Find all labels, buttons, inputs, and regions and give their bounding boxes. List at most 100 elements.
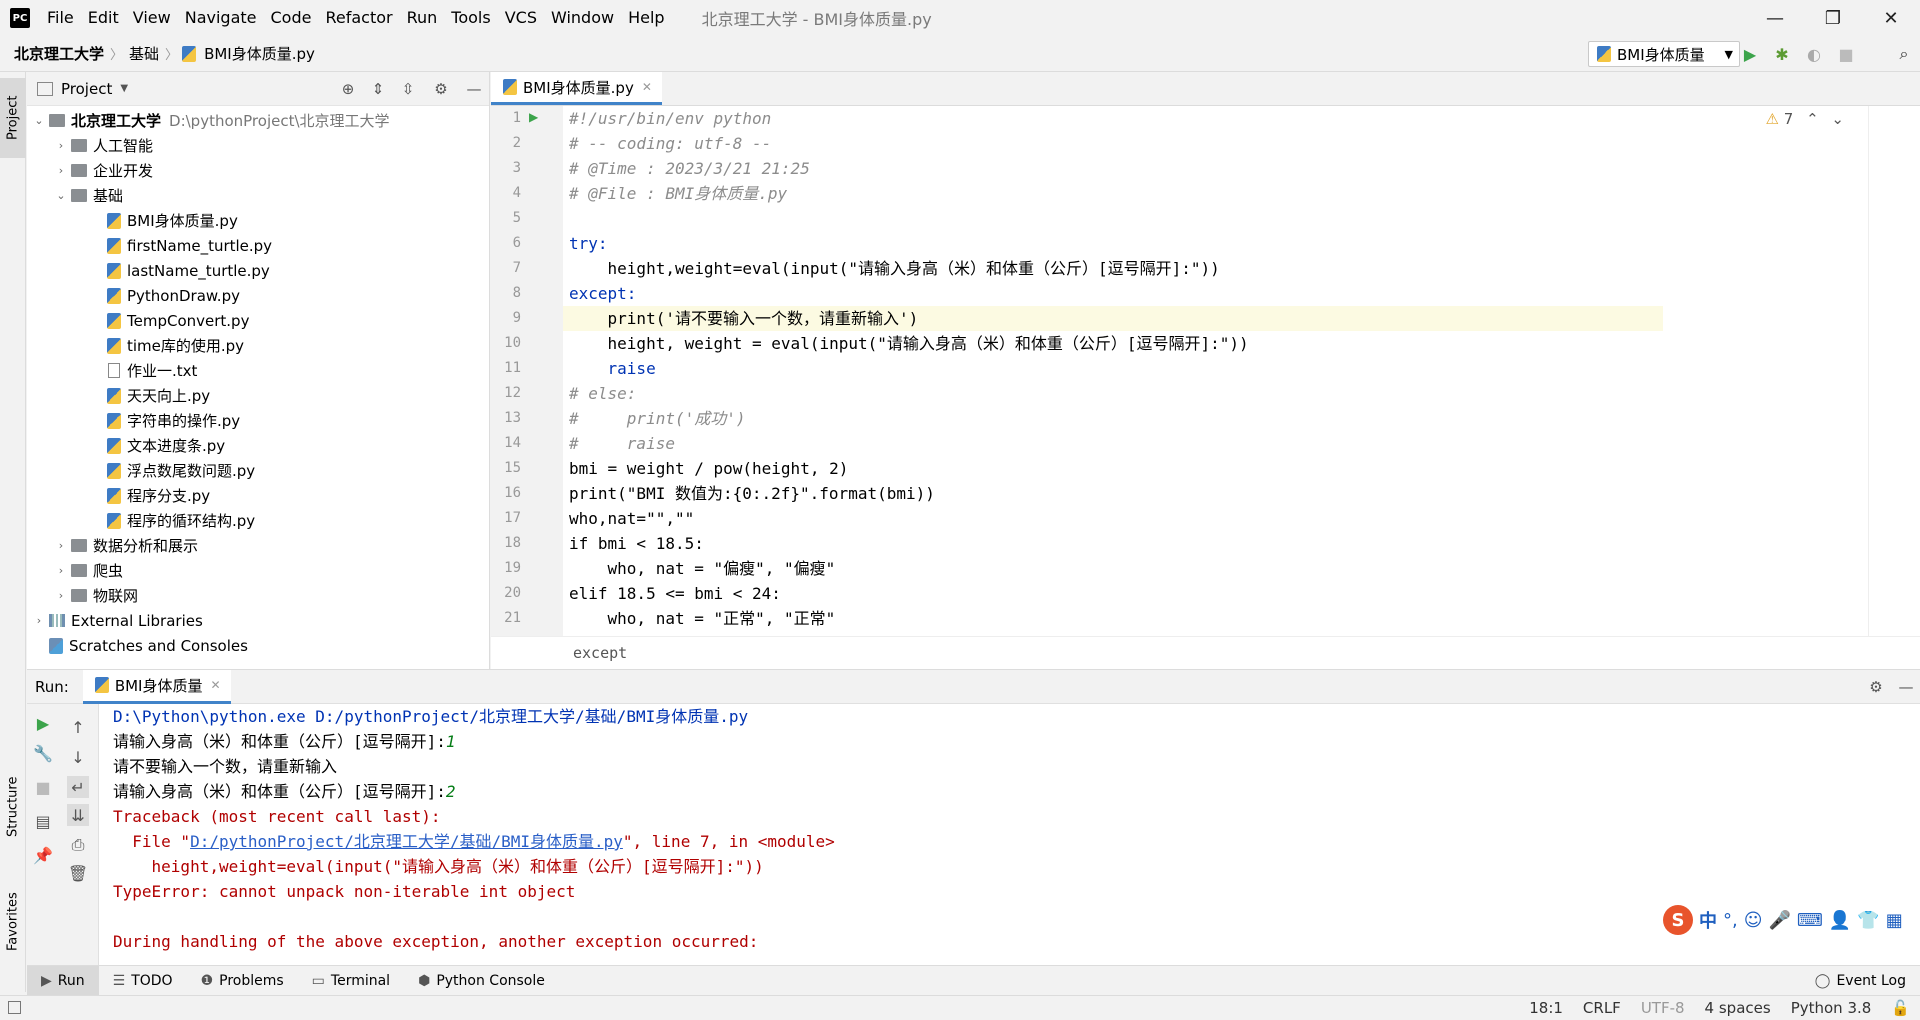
menu-vcs[interactable]: VCS <box>498 0 544 36</box>
lock-icon[interactable]: 🔓 <box>1881 999 1920 1017</box>
pin-icon[interactable]: 📌 <box>32 844 54 866</box>
breadcrumb-file[interactable]: BMI身体质量.py <box>200 43 319 64</box>
chevron-down-icon[interactable]: ⌄ <box>53 189 69 202</box>
close-button[interactable]: ✕ <box>1862 0 1920 36</box>
todo-tool-tab[interactable]: ☰ TODO <box>99 966 187 996</box>
menu-code[interactable]: Code <box>264 0 319 36</box>
breadcrumb-project[interactable]: 北京理工大学 <box>10 43 108 64</box>
code-area[interactable]: #!/usr/bin/env python # -- coding: utf-8… <box>563 106 1868 636</box>
structure-tool-tab[interactable]: Structure <box>0 762 26 852</box>
tree-folder[interactable]: › 人工智能 <box>27 133 489 158</box>
tree-file[interactable]: 浮点数尾数问题.py <box>27 458 489 483</box>
tree-file[interactable]: firstName_turtle.py <box>27 233 489 258</box>
tree-root[interactable]: ⌄ 北京理工大学 D:\pythonProject\北京理工大学 <box>27 108 489 133</box>
locate-icon[interactable]: ⊕ <box>333 80 363 98</box>
menu-window[interactable]: Window <box>544 0 621 36</box>
tree-folder[interactable]: › 爬虫 <box>27 558 489 583</box>
editor-tab-bmi[interactable]: BMI身体质量.py ✕ <box>491 72 662 105</box>
debug-icon[interactable]: ✱ <box>1772 44 1792 64</box>
ime-language[interactable]: 中 <box>1699 907 1717 933</box>
event-log-tool-tab[interactable]: ◯ Event Log <box>1801 966 1920 996</box>
edit-config-icon[interactable]: 🔧 <box>32 742 54 764</box>
console-output[interactable]: D:\Python\python.exe D:/pythonProject/北京… <box>113 704 1920 966</box>
chevron-right-icon[interactable]: › <box>53 139 69 152</box>
gear-icon[interactable]: ⚙ <box>1860 678 1892 696</box>
run-icon[interactable]: ▶ <box>1740 44 1760 64</box>
menu-tools[interactable]: Tools <box>444 0 497 36</box>
tree-folder[interactable]: › 企业开发 <box>27 158 489 183</box>
menu-refactor[interactable]: Refactor <box>318 0 399 36</box>
favorites-tool-tab[interactable]: Favorites <box>0 872 26 972</box>
python-interpreter[interactable]: Python 3.8 <box>1781 999 1882 1017</box>
restore-button[interactable]: ❐ <box>1804 0 1862 36</box>
run-tab[interactable]: BMI身体质量 ✕ <box>82 669 231 704</box>
toggle-tool-windows-icon[interactable] <box>8 1001 21 1014</box>
rerun-icon[interactable]: ▶ <box>32 712 54 734</box>
chevron-down-icon[interactable]: ⌄ <box>1831 110 1844 128</box>
tree-external-libraries[interactable]: › External Libraries <box>27 608 489 633</box>
indent-setting[interactable]: 4 spaces <box>1695 999 1781 1017</box>
chevron-right-icon[interactable]: › <box>53 564 69 577</box>
chevron-right-icon[interactable]: › <box>53 164 69 177</box>
editor-breadcrumb[interactable]: except <box>491 636 1920 669</box>
tree-folder-open[interactable]: ⌄ 基础 <box>27 183 489 208</box>
minimize-button[interactable]: — <box>1746 0 1804 36</box>
chevron-right-icon[interactable]: › <box>53 539 69 552</box>
close-icon[interactable]: ✕ <box>211 678 221 692</box>
search-icon[interactable]: ⌕ <box>1894 44 1914 64</box>
terminal-tool-tab[interactable]: ▭ Terminal <box>298 966 404 996</box>
chevron-down-icon[interactable]: ⌄ <box>31 114 47 127</box>
hide-panel-icon[interactable]: — <box>1892 678 1920 696</box>
file-encoding[interactable]: UTF-8 <box>1631 999 1695 1017</box>
tree-file[interactable]: 文本进度条.py <box>27 433 489 458</box>
chevron-down-icon[interactable]: ▼ <box>120 83 128 94</box>
menu-run[interactable]: Run <box>400 0 445 36</box>
arrow-down-icon[interactable]: ↓ <box>67 746 89 768</box>
tree-file[interactable]: PythonDraw.py <box>27 283 489 308</box>
tree-file[interactable]: 字符串的操作.py <box>27 408 489 433</box>
coverage-icon[interactable]: ◐ <box>1804 44 1824 64</box>
ime-punctuation[interactable]: °, <box>1723 910 1738 931</box>
menu-file[interactable]: File <box>40 0 81 36</box>
skin-icon[interactable]: 👕 <box>1857 910 1879 931</box>
expand-all-icon[interactable]: ⇕ <box>363 80 393 98</box>
trash-icon[interactable]: 🗑 <box>67 862 89 884</box>
menu-help[interactable]: Help <box>621 0 671 36</box>
tree-file[interactable]: 程序的循环结构.py <box>27 508 489 533</box>
tree-folder[interactable]: › 数据分析和展示 <box>27 533 489 558</box>
breadcrumb-folder[interactable]: 基础 <box>125 43 163 64</box>
menu-navigate[interactable]: Navigate <box>178 0 264 36</box>
tree-file[interactable]: time库的使用.py <box>27 333 489 358</box>
run-tool-tab[interactable]: ▶ Run <box>27 965 99 996</box>
traceback-file-link[interactable]: D:/pythonProject/北京理工大学/基础/BMI身体质量.py <box>190 832 623 851</box>
run-gutter-icon[interactable]: ▶ <box>529 110 538 124</box>
chevron-right-icon[interactable]: › <box>53 589 69 602</box>
chevron-up-icon[interactable]: ⌃ <box>1806 110 1819 128</box>
stop-icon[interactable]: ■ <box>1836 44 1856 64</box>
collapse-all-icon[interactable]: ⇳ <box>393 80 423 98</box>
print-icon[interactable]: ⎙ <box>67 834 89 856</box>
warning-indicator[interactable]: ⚠ 7 ⌃ ⌄ <box>1766 110 1845 128</box>
tree-file[interactable]: 天天向上.py <box>27 383 489 408</box>
emoji-icon[interactable]: ☺ <box>1744 910 1763 931</box>
problems-tool-tab[interactable]: ❶ Problems <box>187 966 298 996</box>
caret-position[interactable]: 18:1 <box>1519 999 1573 1017</box>
tree-file[interactable]: lastName_turtle.py <box>27 258 489 283</box>
line-separator[interactable]: CRLF <box>1573 999 1631 1017</box>
menu-view[interactable]: View <box>126 0 178 36</box>
python-console-tool-tab[interactable]: ⬢ Python Console <box>404 966 559 996</box>
layout-icon[interactable]: ▤ <box>32 810 54 832</box>
soft-wrap-icon[interactable]: ↵ <box>67 776 89 798</box>
scroll-to-end-icon[interactable]: ⇊ <box>67 804 89 826</box>
arrow-up-icon[interactable]: ↑ <box>67 716 89 738</box>
chevron-right-icon[interactable]: › <box>31 614 47 627</box>
close-icon[interactable]: ✕ <box>642 80 652 94</box>
ime-toolbar[interactable]: S 中 °, ☺ 🎤 ⌨ 👤 👕 ▦ <box>1663 904 1903 936</box>
tree-file[interactable]: BMI身体质量.py <box>27 208 489 233</box>
tree-scratches[interactable]: Scratches and Consoles <box>27 633 489 658</box>
microphone-icon[interactable]: 🎤 <box>1769 910 1791 931</box>
hide-panel-icon[interactable]: — <box>459 80 489 98</box>
stop-icon[interactable]: ■ <box>32 776 54 798</box>
tree-file[interactable]: 作业一.txt <box>27 358 489 383</box>
gear-icon[interactable]: ⚙ <box>423 80 459 98</box>
